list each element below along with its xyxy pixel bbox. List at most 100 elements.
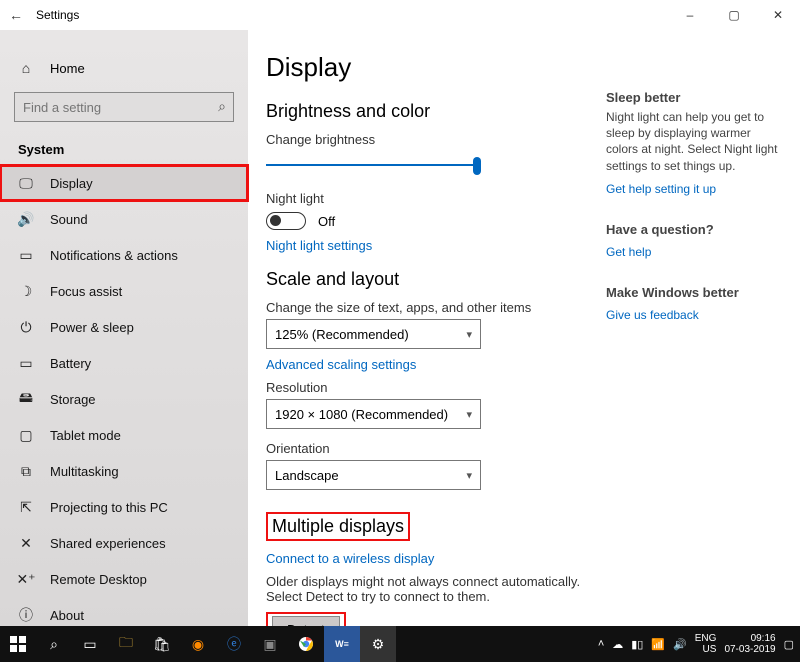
sidebar-item-label: Battery: [50, 356, 91, 371]
sidebar-item-label: Power & sleep: [50, 320, 134, 335]
search-input[interactable]: [14, 92, 234, 122]
resolution-combo[interactable]: 1920 × 1080 (Recommended) ▾: [266, 399, 481, 429]
older-displays-note: Older displays might not always connect …: [266, 574, 584, 604]
settings-taskbar-icon[interactable]: ⚙: [360, 626, 396, 662]
slider-thumb-icon[interactable]: [473, 157, 481, 175]
resolution-label: Resolution: [266, 380, 584, 395]
tray-chevron-icon[interactable]: ˄: [598, 638, 604, 650]
multitasking-icon: ⧉: [18, 463, 34, 479]
detect-button[interactable]: Detect: [272, 616, 340, 626]
connect-wireless-link[interactable]: Connect to a wireless display: [266, 551, 584, 566]
minimize-button[interactable]: –: [668, 0, 712, 30]
language-indicator[interactable]: ENGUS: [695, 633, 717, 655]
sidebar-item-label: Shared experiences: [50, 536, 166, 551]
onedrive-icon[interactable]: ☁: [612, 638, 623, 651]
resolution-value: 1920 × 1080 (Recommended): [275, 407, 448, 422]
orientation-combo[interactable]: Landscape ▾: [266, 460, 481, 490]
sound-icon: 🔊: [18, 211, 34, 227]
windows-icon: [10, 636, 26, 652]
aside-panel: Sleep better Night light can help you ge…: [600, 30, 800, 626]
sidebar-item-tablet-mode[interactable]: ▢Tablet mode: [0, 417, 248, 453]
search-taskbar-icon[interactable]: ⌕: [36, 626, 72, 662]
sidebar-section: System: [0, 130, 248, 165]
sidebar-item-storage[interactable]: 🖴 Storage: [0, 381, 248, 417]
clock[interactable]: 09:1607-03-2019: [724, 633, 775, 655]
remote-icon: ✕⁺: [18, 571, 34, 587]
chevron-down-icon: ▾: [466, 328, 472, 341]
word-icon[interactable]: W≡: [324, 626, 360, 662]
maximize-button[interactable]: ▢: [712, 0, 756, 30]
battery-icon: ▭: [18, 355, 34, 371]
focus-icon: ☽: [18, 283, 34, 299]
sidebar-item-label: Remote Desktop: [50, 572, 147, 587]
window-title: Settings: [36, 8, 79, 22]
titlebar: ← Settings – ▢ ✕: [0, 0, 800, 30]
close-button[interactable]: ✕: [756, 0, 800, 30]
sleep-better-body: Night light can help you get to sleep by…: [606, 109, 782, 174]
scale-label: Change the size of text, apps, and other…: [266, 300, 584, 315]
sidebar-item-label: Multitasking: [50, 464, 119, 479]
power-icon: ⏻: [18, 319, 34, 335]
sidebar-item-battery[interactable]: ▭ Battery: [0, 345, 248, 381]
about-icon: ⓘ: [18, 607, 34, 623]
chevron-down-icon: ▾: [466, 408, 472, 421]
battery-tray-icon[interactable]: ▮▯: [631, 638, 643, 651]
night-light-label: Night light: [266, 191, 584, 206]
system-tray[interactable]: ˄ ☁ ▮▯ 📶 🔊 ENGUS 09:1607-03-2019 ▢: [598, 633, 800, 655]
orientation-value: Landscape: [275, 468, 339, 483]
night-light-toggle[interactable]: [266, 212, 306, 230]
sidebar-item-notifications-actions[interactable]: ▭Notifications & actions: [0, 237, 248, 273]
sidebar-item-remote-desktop[interactable]: ✕⁺ Remote Desktop: [0, 561, 248, 597]
storage-icon: 🖴: [18, 391, 34, 407]
task-view-icon[interactable]: ▭: [72, 626, 108, 662]
scale-value: 125% (Recommended): [275, 327, 409, 342]
store-icon[interactable]: 🛍: [144, 626, 180, 662]
sidebar-item-power-sleep[interactable]: ⏻ Power & sleep: [0, 309, 248, 345]
question-title: Have a question?: [606, 222, 782, 237]
edge-icon[interactable]: ⓔ: [216, 626, 252, 662]
sidebar-item-label: About: [50, 608, 84, 623]
firefox-icon[interactable]: ◉: [180, 626, 216, 662]
sidebar-item-label: Focus assist: [50, 284, 122, 299]
sleep-better-link[interactable]: Get help setting it up: [606, 182, 782, 196]
sleep-better-title: Sleep better: [606, 90, 782, 105]
sidebar-item-focus-assist[interactable]: ☽ Focus assist: [0, 273, 248, 309]
sidebar-item-label: Projecting to this PC: [50, 500, 168, 515]
night-light-settings-link[interactable]: Night light settings: [266, 238, 584, 253]
volume-tray-icon[interactable]: 🔊: [673, 638, 687, 651]
wifi-tray-icon[interactable]: 📶: [651, 638, 665, 651]
sidebar-item-sound[interactable]: 🔊Sound: [0, 201, 248, 237]
terminal-icon[interactable]: ▣: [252, 626, 288, 662]
chevron-down-icon: ▾: [466, 469, 472, 482]
sidebar-item-multitasking[interactable]: ⧉ Multitasking: [0, 453, 248, 489]
feedback-title: Make Windows better: [606, 285, 782, 300]
back-button[interactable]: ←: [0, 7, 32, 23]
sidebar-home[interactable]: ⌂ Home: [0, 52, 248, 84]
scale-combo[interactable]: 125% (Recommended) ▾: [266, 319, 481, 349]
main-panel: Display Brightness and color Change brig…: [248, 30, 600, 626]
display-icon: 🖵: [18, 175, 34, 191]
tablet-icon: ▢: [18, 427, 34, 443]
advanced-scaling-link[interactable]: Advanced scaling settings: [266, 357, 584, 372]
taskbar: ⌕ ▭ 🗀 🛍 ◉ ⓔ ▣ W≡ ⚙ ˄ ☁ ▮▯ 📶 🔊 ENGUS 09:1…: [0, 626, 800, 662]
chrome-icon[interactable]: [288, 626, 324, 662]
scale-heading: Scale and layout: [266, 269, 584, 290]
home-icon: ⌂: [18, 60, 34, 76]
brightness-heading: Brightness and color: [266, 101, 584, 122]
start-button[interactable]: [0, 626, 36, 662]
night-light-state: Off: [318, 214, 335, 229]
sidebar-item-label: Display: [50, 176, 93, 191]
action-center-icon[interactable]: ▢: [784, 638, 794, 651]
sidebar-item-display[interactable]: 🖵 Display: [0, 165, 248, 201]
notifications-icon: ▭: [18, 247, 34, 263]
file-explorer-icon[interactable]: 🗀: [108, 626, 144, 662]
sidebar-item-projecting-to-this-pc[interactable]: ⇱Projecting to this PC: [0, 489, 248, 525]
sidebar-item-label: Storage: [50, 392, 96, 407]
search-icon: ⌕: [218, 98, 226, 115]
brightness-slider[interactable]: [266, 153, 481, 177]
sidebar-item-shared-experiences[interactable]: ✕Shared experiences: [0, 525, 248, 561]
orientation-label: Orientation: [266, 441, 584, 456]
search-box[interactable]: ⌕: [14, 92, 234, 122]
get-help-link[interactable]: Get help: [606, 245, 782, 259]
feedback-link[interactable]: Give us feedback: [606, 308, 782, 322]
